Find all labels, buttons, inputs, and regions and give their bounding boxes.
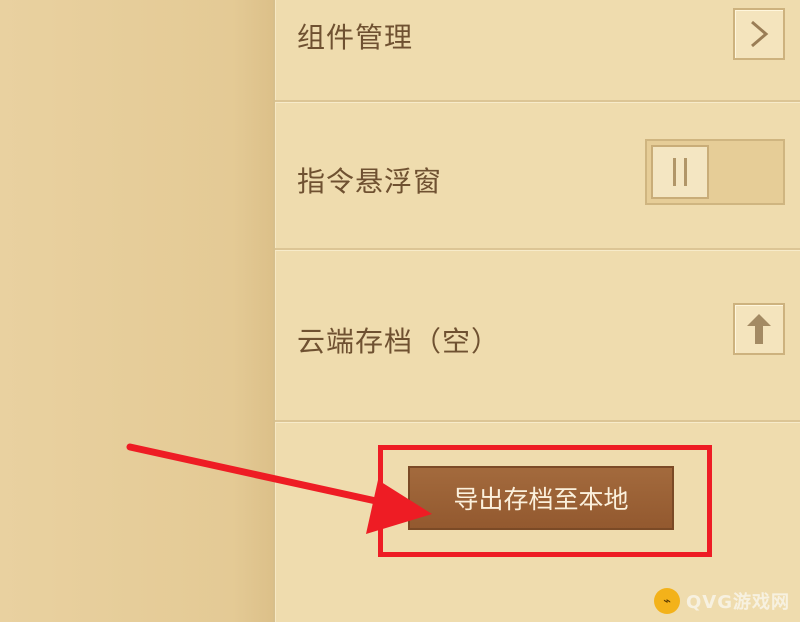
floating-command-window-label: 指令悬浮窗 — [297, 165, 443, 198]
background-area — [0, 0, 273, 622]
row-component-management[interactable]: 组件管理 — [275, 0, 800, 102]
watermark-text: QVG游戏网 — [685, 592, 790, 613]
gamepad-icon: ⌁ — [653, 588, 680, 614]
component-management-label: 组件管理 — [297, 21, 414, 54]
chevron-right-icon[interactable] — [733, 8, 785, 60]
floating-command-window-toggle[interactable] — [645, 139, 785, 205]
toggle-knob[interactable] — [651, 145, 709, 199]
cloud-save-label: 云端存档（空） — [297, 325, 501, 358]
row-cloud-save: 云端存档（空） — [275, 250, 800, 422]
annotation-highlight-box — [378, 445, 712, 557]
watermark: ⌁ QVG游戏网 — [653, 588, 790, 614]
upload-arrow-icon[interactable] — [733, 303, 785, 355]
